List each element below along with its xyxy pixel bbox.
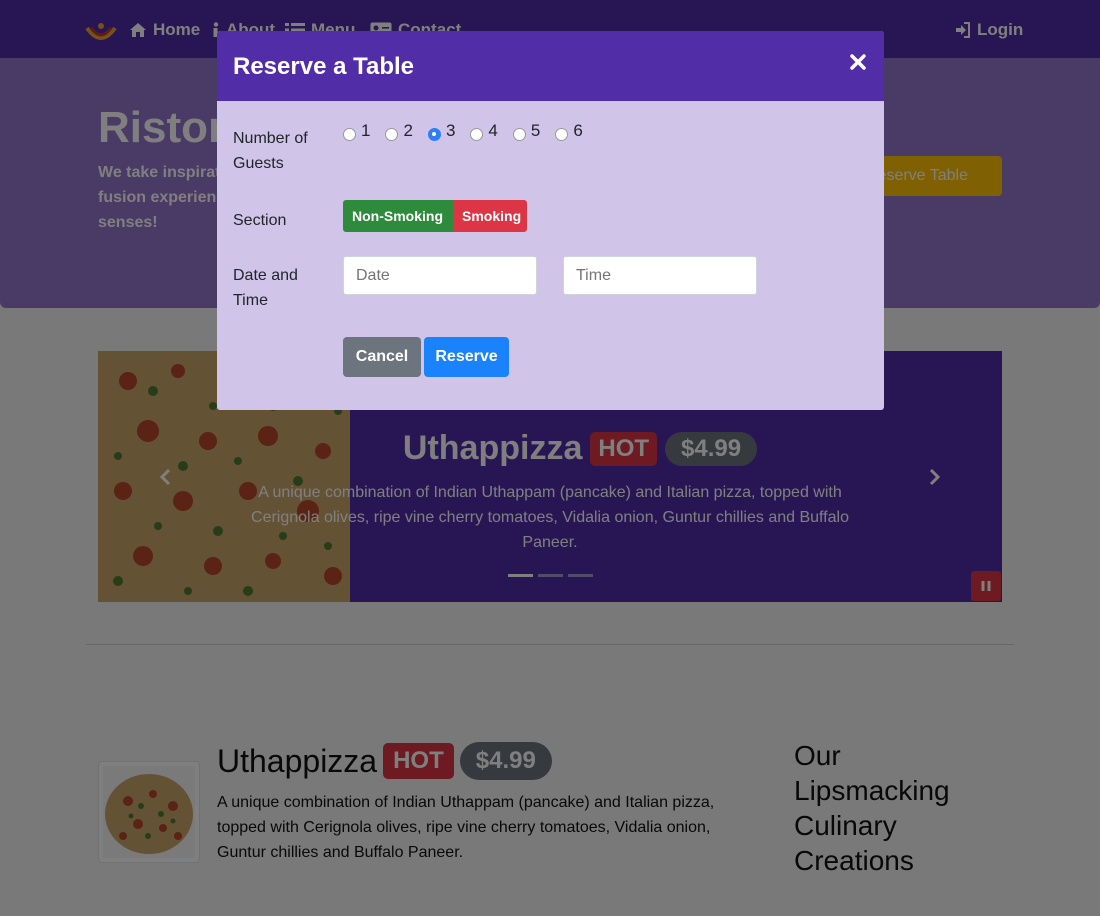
guest-option-label: 4 xyxy=(488,121,498,140)
guest-option-label: 5 xyxy=(530,121,541,140)
date-time-label: Date and Time xyxy=(233,267,298,309)
guest-option-1[interactable]: 1 xyxy=(343,121,370,141)
radio-button[interactable] xyxy=(385,127,399,141)
guest-option-label: 6 xyxy=(573,121,583,140)
guest-option-label: 3 xyxy=(445,121,456,140)
cancel-button[interactable]: Cancel xyxy=(343,337,421,377)
non-smoking-button[interactable]: Non-Smoking xyxy=(343,200,453,232)
time-input[interactable] xyxy=(563,256,757,295)
radio-button[interactable] xyxy=(555,127,569,141)
section-label: Section xyxy=(233,212,287,229)
modal-header: Reserve a Table xyxy=(217,31,884,101)
guest-option-5[interactable]: 5 xyxy=(512,121,541,141)
guest-option-2[interactable]: 2 xyxy=(385,121,413,141)
reserve-table-modal: Reserve a Table Number of Guests 1 2 3 4… xyxy=(217,31,884,410)
radio-button[interactable] xyxy=(470,127,484,141)
guests-radio-group: 1 2 3 4 5 6 xyxy=(343,121,583,141)
section-toggle-group: Non-Smoking Smoking xyxy=(343,200,527,232)
radio-button-checked[interactable] xyxy=(427,127,441,141)
guest-option-4[interactable]: 4 xyxy=(470,121,498,141)
guest-option-3[interactable]: 3 xyxy=(427,121,456,141)
guest-option-label: 2 xyxy=(403,121,413,140)
reserve-button[interactable]: Reserve xyxy=(424,337,509,377)
radio-button[interactable] xyxy=(343,127,356,141)
guests-label: Number of Guests xyxy=(233,130,308,172)
guest-option-label: 1 xyxy=(361,121,371,140)
modal-title: Reserve a Table xyxy=(233,53,414,80)
date-input[interactable] xyxy=(343,256,537,295)
smoking-button[interactable]: Smoking xyxy=(453,200,527,232)
radio-button[interactable] xyxy=(512,127,526,141)
close-icon[interactable] xyxy=(849,53,867,71)
guest-option-6[interactable]: 6 xyxy=(555,121,583,141)
